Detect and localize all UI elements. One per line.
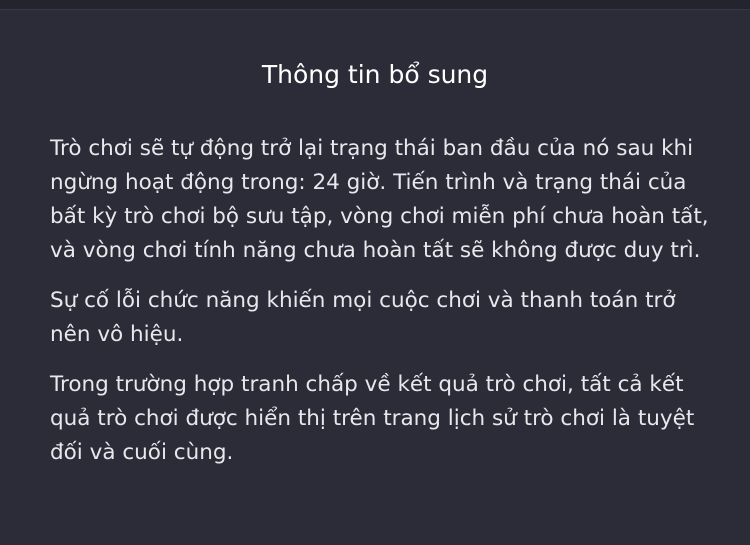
panel-top-edge	[0, 0, 750, 10]
panel-body: Trò chơi sẽ tự động trở lại trạng thái b…	[50, 132, 715, 486]
additional-info-panel: Thông tin bổ sung Trò chơi sẽ tự động tr…	[0, 10, 750, 545]
info-paragraph-dispute: Trong trường hợp tranh chấp về kết quả t…	[50, 372, 695, 465]
panel-title: Thông tin bổ sung	[261, 60, 489, 89]
info-paragraph-malfunction: Sự cố lỗi chức năng khiến mọi cuộc chơi …	[50, 288, 676, 347]
info-paragraph-inactivity-reset: Trò chơi sẽ tự động trở lại trạng thái b…	[50, 136, 709, 263]
